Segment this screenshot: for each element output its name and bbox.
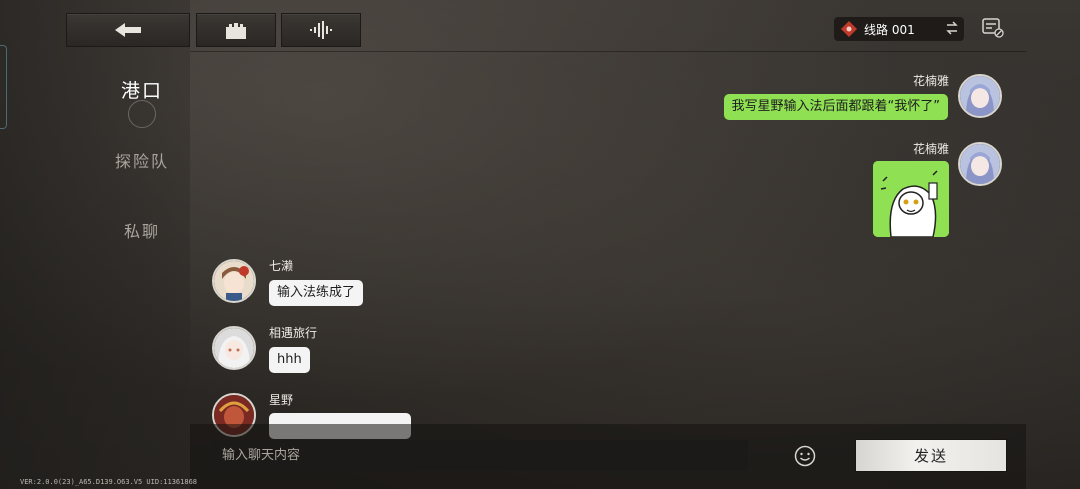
route-gem-icon <box>840 20 858 38</box>
message-sender: 花楠雅 <box>912 142 949 156</box>
message-sender: 花楠雅 <box>912 74 949 88</box>
side-drawer-handle[interactable] <box>0 45 7 129</box>
sticker-image[interactable] <box>873 161 949 237</box>
nav-item-port[interactable]: 港口 <box>100 76 184 103</box>
smiley-icon[interactable] <box>794 445 816 471</box>
chat-bubble: 输入法练成了 <box>269 280 364 306</box>
message-sender: 七濑 <box>269 259 294 273</box>
route-label: 线路 001 <box>864 22 915 37</box>
sidebar <box>0 0 190 489</box>
chat-bubble: 我写星野输入法后面都跟着“我怀了” <box>723 94 948 120</box>
avatar[interactable] <box>958 142 1002 186</box>
castle-icon <box>224 21 248 39</box>
chat-input[interactable] <box>212 440 748 471</box>
voice-button[interactable] <box>281 13 361 47</box>
avatar[interactable] <box>958 74 1002 118</box>
avatar[interactable] <box>212 326 256 370</box>
sound-wave-icon <box>308 20 334 40</box>
version-text: VER:2.0.0(23)_A65.D139.O63.V5 UID:113618… <box>20 478 198 486</box>
route-selector[interactable]: 线路 001 <box>834 17 964 41</box>
message-sender: 星野 <box>269 393 294 407</box>
castle-button[interactable] <box>196 13 276 47</box>
swap-icon <box>946 20 958 38</box>
message-filter-icon[interactable] <box>981 17 1005 43</box>
back-button[interactable] <box>66 13 190 47</box>
chat-bubble: hhh <box>269 347 310 373</box>
send-button[interactable]: 发送 <box>856 440 1006 471</box>
avatar[interactable] <box>212 259 256 303</box>
nav-item-private-chat[interactable]: 私聊 <box>100 218 184 242</box>
back-arrow-icon <box>113 22 143 38</box>
message-sender: 相遇旅行 <box>269 326 318 340</box>
header-divider <box>190 51 1026 52</box>
nav-item-expedition[interactable]: 探险队 <box>100 148 184 172</box>
